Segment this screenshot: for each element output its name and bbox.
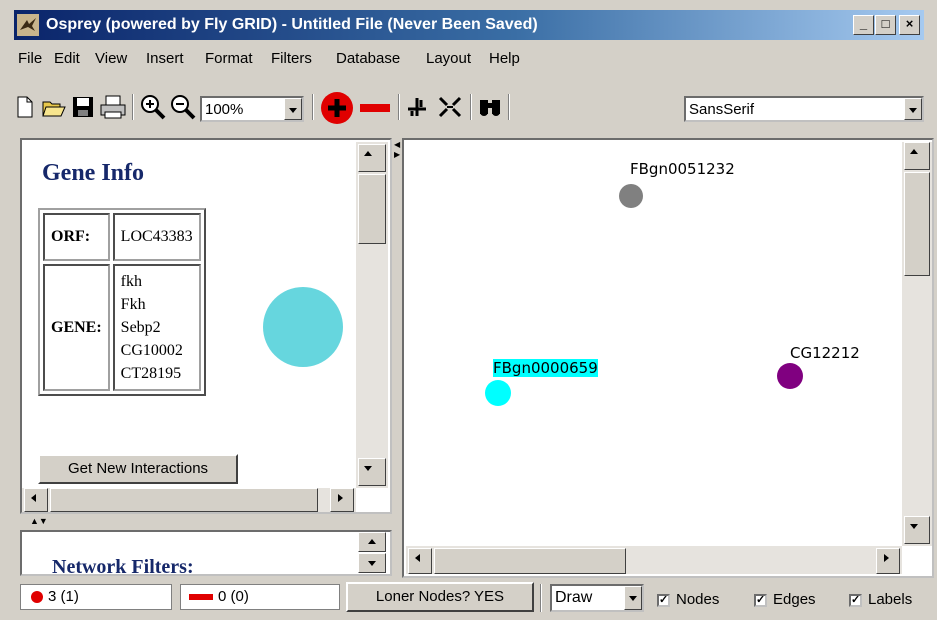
gene-node-swatch: [263, 287, 343, 367]
zoom-value: 100%: [205, 101, 244, 118]
scroll-down-button[interactable]: [358, 458, 386, 486]
network-filters-title: Network Filters:: [52, 556, 194, 576]
edge-bar-icon: [189, 594, 213, 600]
menu-bar: File Edit View Insert Format Filters Dat…: [14, 42, 924, 76]
gene-name: CT28195: [120, 365, 182, 382]
scroll-up-button[interactable]: [358, 144, 386, 172]
nodes-checkbox-label: Nodes: [676, 591, 720, 608]
gene-name: Sebp2: [120, 319, 161, 336]
get-new-interactions-button[interactable]: Get New Interactions: [38, 454, 238, 484]
menu-filters[interactable]: Filters: [271, 50, 312, 67]
scroll-left-button[interactable]: [24, 488, 48, 512]
gene-name: Fkh: [120, 296, 146, 313]
scroll-thumb[interactable]: [50, 488, 318, 512]
fit-icon[interactable]: [438, 96, 462, 118]
mode-select[interactable]: Draw: [550, 584, 644, 612]
nodes-checkbox[interactable]: ✓: [657, 594, 670, 607]
splitter-arrows-icon[interactable]: ▲▼: [30, 516, 48, 526]
labels-checkbox[interactable]: ✓: [849, 594, 862, 607]
remove-node-icon[interactable]: [360, 104, 390, 112]
zoom-in-icon[interactable]: [140, 94, 166, 120]
graph-node[interactable]: [777, 363, 803, 389]
menu-database[interactable]: Database: [336, 50, 400, 67]
find-binoculars-icon[interactable]: [478, 96, 502, 118]
font-value: SansSerif: [689, 101, 755, 118]
gene-label: GENE:: [43, 264, 110, 391]
edges-checkbox-label: Edges: [773, 591, 816, 608]
graph-node[interactable]: [485, 380, 511, 406]
scroll-right-button[interactable]: [330, 488, 354, 512]
move-icon[interactable]: [406, 96, 428, 118]
chevron-down-icon[interactable]: [904, 98, 922, 120]
scroll-thumb[interactable]: [904, 172, 930, 276]
edge-count: 0 (0): [218, 588, 249, 605]
menu-file[interactable]: File: [18, 50, 42, 67]
print-icon[interactable]: [100, 95, 126, 119]
maximize-button[interactable]: □: [875, 15, 896, 35]
window-title: Osprey (powered by Fly GRID) - Untitled …: [46, 16, 538, 33]
split-divider-arrows-icon[interactable]: ◀ ▶: [394, 140, 400, 160]
chevron-down-icon[interactable]: [284, 98, 302, 120]
zoom-out-icon[interactable]: [170, 94, 196, 120]
table-row: ORF: LOC43383: [43, 213, 201, 261]
graph-node[interactable]: [619, 184, 643, 208]
status-separator: [540, 584, 542, 612]
add-node-icon[interactable]: [320, 91, 354, 125]
table-row: GENE: fkh Fkh Sebp2 CG10002 CT28195: [43, 264, 201, 391]
gene-names: fkh Fkh Sebp2 CG10002 CT28195: [112, 264, 201, 391]
node-dot-icon: [31, 591, 43, 603]
zoom-select[interactable]: 100%: [200, 96, 304, 122]
node-label[interactable]: FBgn0051232: [630, 160, 735, 178]
font-select[interactable]: SansSerif: [684, 96, 924, 122]
menu-help[interactable]: Help: [489, 50, 520, 67]
title-bar: Osprey (powered by Fly GRID) - Untitled …: [14, 10, 924, 40]
edge-count-field: 0 (0): [180, 584, 340, 610]
network-filters-panel: Network Filters:: [20, 530, 392, 576]
node-label[interactable]: CG12212: [790, 344, 860, 362]
osprey-bird-icon: [17, 14, 39, 36]
new-file-icon[interactable]: [16, 96, 34, 118]
edges-checkbox[interactable]: ✓: [754, 594, 767, 607]
toolbar: 100% SansSerif: [14, 86, 924, 128]
gene-info-title: Gene Info: [42, 160, 144, 186]
loner-nodes-button[interactable]: Loner Nodes? YES: [346, 582, 534, 612]
menu-format[interactable]: Format: [205, 50, 253, 67]
scroll-thumb[interactable]: [434, 548, 626, 574]
labels-checkbox-label: Labels: [868, 591, 913, 608]
menu-edit[interactable]: Edit: [54, 50, 80, 67]
menu-insert[interactable]: Insert: [146, 50, 184, 67]
scroll-right-button[interactable]: [876, 548, 900, 574]
scroll-up-button[interactable]: [904, 142, 930, 170]
close-button[interactable]: ×: [899, 15, 920, 35]
orf-value: LOC43383: [112, 213, 201, 261]
scroll-down-button[interactable]: [904, 516, 930, 544]
menu-view[interactable]: View: [95, 50, 127, 67]
gene-name: fkh: [120, 273, 142, 290]
chevron-down-icon[interactable]: [624, 586, 642, 610]
scroll-left-button[interactable]: [408, 548, 432, 574]
gene-name: CG10002: [120, 342, 183, 359]
save-icon[interactable]: [72, 96, 94, 118]
mode-value: Draw: [555, 589, 593, 606]
scroll-thumb[interactable]: [358, 174, 386, 244]
gene-info-table: ORF: LOC43383 GENE: fkh Fkh Sebp2 CG1000…: [38, 208, 206, 396]
node-count: 3 (1): [48, 588, 79, 605]
spin-down-button[interactable]: [358, 553, 386, 573]
node-label-selected[interactable]: FBgn0000659: [493, 359, 598, 377]
node-count-field: 3 (1): [20, 584, 172, 610]
open-folder-icon[interactable]: [42, 96, 66, 118]
spin-up-button[interactable]: [358, 532, 386, 552]
minimize-button[interactable]: _: [853, 15, 874, 35]
menu-layout[interactable]: Layout: [426, 50, 471, 67]
orf-label: ORF:: [43, 213, 110, 261]
